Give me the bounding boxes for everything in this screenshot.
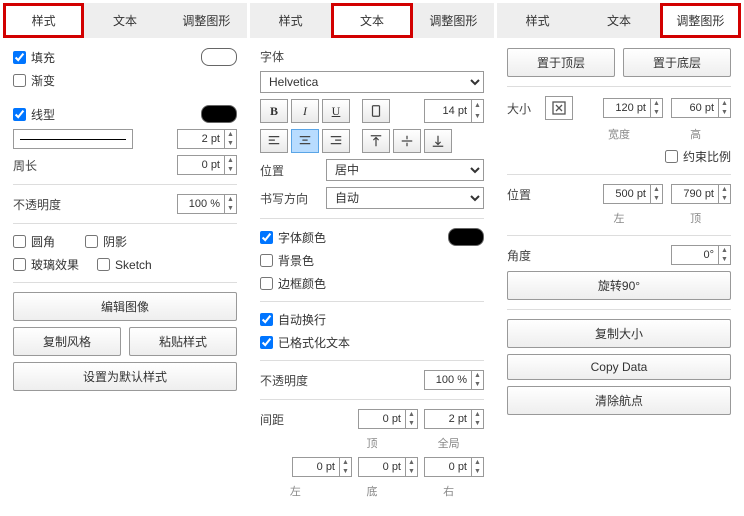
width-spin[interactable]: ▲▼ bbox=[603, 98, 663, 118]
align-right-button[interactable] bbox=[322, 129, 350, 153]
rounded-checkbox[interactable]: 圆角 bbox=[13, 233, 55, 250]
font-label: 字体 bbox=[260, 48, 484, 65]
tab-arrange[interactable]: 调整图形 bbox=[413, 3, 494, 38]
left-spin[interactable]: ▲▼ bbox=[292, 457, 352, 477]
angle-spin[interactable]: ▲▼ bbox=[671, 245, 731, 265]
pane-style: 样式 文本 调整图形 填充 渐变 线型 ▲▼ 周长 ▲▼ 不 bbox=[3, 3, 247, 513]
bottom-spin[interactable]: ▲▼ bbox=[358, 457, 418, 477]
font-color-swatch[interactable] bbox=[448, 228, 484, 246]
right-spin[interactable]: ▲▼ bbox=[424, 457, 484, 477]
paste-style-button[interactable]: 粘贴样式 bbox=[129, 327, 237, 356]
pane-text: 样式 文本 调整图形 字体 Helvetica B I U ▲▼ 位置居中 书写… bbox=[250, 3, 494, 513]
set-default-button[interactable]: 设置为默认样式 bbox=[13, 362, 237, 391]
constrain-checkbox[interactable]: 约束比例 bbox=[665, 148, 731, 165]
tab-style[interactable]: 样式 bbox=[3, 3, 84, 38]
italic-button[interactable]: I bbox=[291, 99, 319, 123]
font-select[interactable]: Helvetica bbox=[260, 71, 484, 93]
tab-style[interactable]: 样式 bbox=[250, 3, 331, 38]
line-checkbox[interactable]: 线型 bbox=[13, 106, 55, 123]
align-center-button[interactable] bbox=[291, 129, 319, 153]
tab-arrange[interactable]: 调整图形 bbox=[660, 3, 741, 38]
font-size-input[interactable] bbox=[425, 100, 471, 122]
position-select[interactable]: 居中 bbox=[326, 159, 484, 181]
writing-select[interactable]: 自动 bbox=[326, 187, 484, 209]
underline-button[interactable]: U bbox=[322, 99, 350, 123]
size-label: 大小 bbox=[507, 100, 537, 117]
bold-button[interactable]: B bbox=[260, 99, 288, 123]
opacity-label: 不透明度 bbox=[260, 372, 308, 389]
to-front-button[interactable]: 置于顶层 bbox=[507, 48, 615, 77]
copy-size-button[interactable]: 复制大小 bbox=[507, 319, 731, 348]
fill-swatch[interactable] bbox=[201, 48, 237, 66]
perimeter-spin[interactable]: ▲▼ bbox=[177, 155, 237, 175]
height-spin[interactable]: ▲▼ bbox=[671, 98, 731, 118]
shadow-checkbox[interactable]: 阴影 bbox=[85, 233, 127, 250]
bg-color-checkbox[interactable]: 背景色 bbox=[260, 252, 314, 269]
to-back-button[interactable]: 置于底层 bbox=[623, 48, 731, 77]
sketch-checkbox[interactable]: Sketch bbox=[97, 258, 152, 272]
perimeter-label: 周长 bbox=[13, 157, 37, 174]
left-spin[interactable]: ▲▼ bbox=[603, 184, 663, 204]
wrap-checkbox[interactable]: 自动换行 bbox=[260, 311, 326, 328]
gradient-checkbox[interactable]: 渐变 bbox=[13, 72, 55, 89]
clear-waypoints-button[interactable]: 清除航点 bbox=[507, 386, 731, 415]
top-spin[interactable]: ▲▼ bbox=[671, 184, 731, 204]
tab-text[interactable]: 文本 bbox=[331, 3, 412, 38]
border-color-checkbox[interactable]: 边框颜色 bbox=[260, 275, 326, 292]
text-opacity-spin[interactable]: ▲▼ bbox=[424, 370, 484, 390]
line-width-spin[interactable]: ▲▼ bbox=[177, 129, 237, 149]
style-body: 填充 渐变 线型 ▲▼ 周长 ▲▼ 不透明度 ▲▼ bbox=[3, 38, 247, 405]
fill-checkbox[interactable]: 填充 bbox=[13, 49, 55, 66]
perimeter-input[interactable] bbox=[178, 156, 224, 174]
align-left-button[interactable] bbox=[260, 129, 288, 153]
opacity-input[interactable] bbox=[178, 195, 224, 213]
gradient-label: 渐变 bbox=[31, 72, 55, 89]
valign-middle-button[interactable] bbox=[393, 129, 421, 153]
vertical-text-button[interactable] bbox=[362, 99, 390, 123]
tabs: 样式 文本 调整图形 bbox=[250, 3, 494, 38]
global-spin[interactable]: ▲▼ bbox=[424, 409, 484, 429]
copy-style-button[interactable]: 复制风格 bbox=[13, 327, 121, 356]
line-width-input[interactable] bbox=[178, 130, 224, 148]
arrange-body: 置于顶层 置于底层 大小 ▲▼ ▲▼ 宽度高 约束比例 位置 ▲▼ ▲▼ 左顶 … bbox=[497, 38, 741, 429]
tab-text[interactable]: 文本 bbox=[84, 3, 165, 38]
line-swatch[interactable] bbox=[201, 105, 237, 123]
opacity-label: 不透明度 bbox=[13, 196, 61, 213]
opacity-spin[interactable]: ▲▼ bbox=[177, 194, 237, 214]
tab-text[interactable]: 文本 bbox=[578, 3, 659, 38]
valign-top-button[interactable] bbox=[362, 129, 390, 153]
pos-label: 位置 bbox=[507, 186, 537, 203]
glass-checkbox[interactable]: 玻璃效果 bbox=[13, 256, 79, 273]
spacing-label: 间距 bbox=[260, 411, 300, 428]
text-body: 字体 Helvetica B I U ▲▼ 位置居中 书写方向自动 字体颜色 背… bbox=[250, 38, 494, 513]
font-size-spin[interactable]: ▲▼ bbox=[424, 99, 484, 123]
autosize-icon[interactable] bbox=[545, 96, 573, 120]
copy-data-button[interactable]: Copy Data bbox=[507, 354, 731, 380]
formatted-checkbox[interactable]: 已格式化文本 bbox=[260, 334, 350, 351]
top-spin[interactable]: ▲▼ bbox=[358, 409, 418, 429]
font-color-checkbox[interactable]: 字体颜色 bbox=[260, 229, 326, 246]
valign-bottom-button[interactable] bbox=[424, 129, 452, 153]
angle-label: 角度 bbox=[507, 247, 537, 264]
tab-arrange[interactable]: 调整图形 bbox=[166, 3, 247, 38]
tabs: 样式 文本 调整图形 bbox=[3, 3, 247, 38]
rotate90-button[interactable]: 旋转90° bbox=[507, 271, 731, 300]
tab-style[interactable]: 样式 bbox=[497, 3, 578, 38]
position-label: 位置 bbox=[260, 162, 320, 179]
writing-label: 书写方向 bbox=[260, 190, 320, 207]
line-label: 线型 bbox=[31, 106, 55, 123]
tabs: 样式 文本 调整图形 bbox=[497, 3, 741, 38]
fill-label: 填充 bbox=[31, 49, 55, 66]
edit-image-button[interactable]: 编辑图像 bbox=[13, 292, 237, 321]
pane-arrange: 样式 文本 调整图形 置于顶层 置于底层 大小 ▲▼ ▲▼ 宽度高 约束比例 位… bbox=[497, 3, 741, 513]
line-style-select[interactable] bbox=[13, 129, 133, 149]
